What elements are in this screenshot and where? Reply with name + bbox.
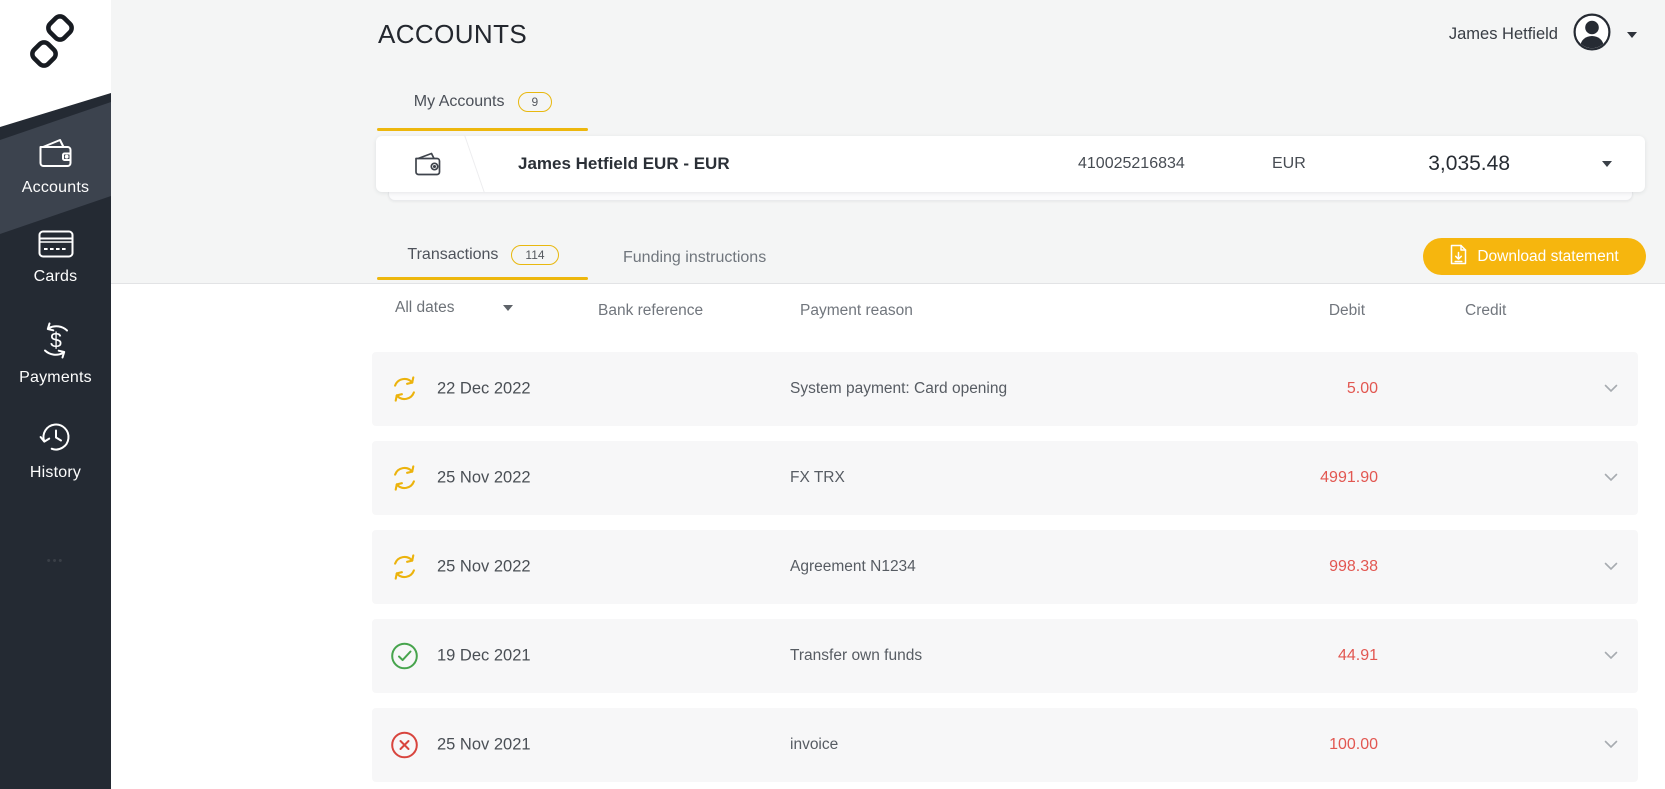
column-header-payment-reason: Payment reason — [800, 302, 913, 319]
user-name: James Hetfield — [1448, 25, 1558, 43]
app-window: Accounts Cards $ Payments History ••• AC… — [0, 0, 1665, 789]
transaction-debit-amount: 100.00 — [1329, 736, 1378, 753]
transaction-row[interactable]: 19 Dec 2021 Transfer own funds 44.91 — [372, 619, 1638, 693]
transaction-payment-reason: System payment: Card opening — [790, 380, 1008, 397]
avatar[interactable] — [1573, 13, 1611, 56]
column-header-bank-reference: Bank reference — [598, 302, 704, 319]
tab-my-accounts-label: My Accounts — [413, 93, 505, 110]
account-name: James Hetfield EUR - EUR — [518, 154, 730, 173]
transaction-date: 22 Dec 2022 — [437, 379, 531, 398]
transactions-count-badge: 114 — [511, 245, 559, 265]
sidebar-item-payments[interactable]: $ Payments — [0, 322, 111, 387]
transaction-debit-amount: 4991.90 — [1320, 469, 1378, 486]
transaction-row[interactable]: 22 Dec 2022 System payment: Card opening… — [372, 352, 1638, 426]
account-row[interactable]: James Hetfield EUR - EUR 410025216834 EU… — [376, 135, 1645, 193]
row-expand-chevron-icon[interactable] — [1604, 469, 1618, 487]
sidebar-item-label: History — [29, 464, 82, 481]
wallet-icon — [0, 137, 111, 174]
download-statement-button[interactable]: Download statement — [1423, 238, 1646, 275]
clock-history-icon — [0, 420, 111, 459]
active-tab-underline — [377, 128, 588, 131]
download-file-icon — [1450, 244, 1467, 270]
sidebar-item-label: Cards — [33, 268, 78, 285]
transaction-date: 25 Nov 2022 — [437, 557, 531, 576]
row-expand-chevron-icon[interactable] — [1604, 558, 1618, 576]
my-accounts-count-badge: 9 — [517, 92, 553, 112]
transaction-date: 25 Nov 2022 — [437, 468, 531, 487]
transaction-payment-reason: Agreement N1234 — [790, 558, 916, 575]
transaction-row[interactable]: 25 Nov 2022 FX TRX 4991.90 — [372, 441, 1638, 515]
date-filter-dropdown[interactable]: All dates — [395, 299, 513, 317]
column-header-debit: Debit — [1328, 302, 1365, 319]
date-filter-value: All dates — [395, 299, 455, 316]
user-menu[interactable]: James Hetfield — [1449, 13, 1637, 56]
account-number: 410025216834 — [1078, 155, 1185, 172]
pending-sync-icon — [390, 375, 419, 404]
tab-transactions[interactable]: Transactions 114 — [378, 245, 588, 265]
sidebar-item-accounts[interactable]: Accounts — [0, 137, 111, 197]
currency-exchange-icon: $ — [0, 322, 111, 364]
account-card-stack-edge — [388, 192, 1633, 201]
column-header-credit: Credit — [1465, 302, 1507, 319]
pending-sync-icon — [390, 553, 419, 582]
transaction-debit-amount: 998.38 — [1329, 558, 1378, 575]
pending-sync-icon — [390, 464, 419, 493]
tab-funding-instructions[interactable]: Funding instructions — [623, 249, 766, 267]
transaction-date: 19 Dec 2021 — [437, 646, 531, 665]
account-expand-chevron-icon[interactable] — [1602, 161, 1612, 167]
transaction-debit-amount: 5.00 — [1346, 380, 1378, 397]
tab-transactions-label: Transactions — [407, 246, 499, 263]
row-expand-chevron-icon[interactable] — [1604, 647, 1618, 665]
account-balance: 3,035.48 — [1428, 152, 1510, 175]
svg-text:$: $ — [50, 330, 62, 353]
transaction-debit-amount: 44.91 — [1337, 647, 1378, 664]
active-tab-underline — [377, 277, 588, 280]
transaction-payment-reason: invoice — [790, 736, 839, 753]
transaction-payment-reason: Transfer own funds — [790, 647, 923, 664]
transaction-payment-reason: FX TRX — [790, 469, 845, 486]
transaction-row[interactable]: 25 Nov 2021 invoice 100.00 — [372, 708, 1638, 782]
sidebar: Accounts Cards $ Payments History ••• — [0, 0, 111, 789]
tab-my-accounts[interactable]: My Accounts 9 — [378, 92, 588, 112]
success-check-icon — [390, 642, 419, 671]
card-diagonal-divider — [464, 135, 485, 193]
user-menu-chevron-icon — [1627, 31, 1637, 38]
sidebar-faint-mark: ••• — [46, 555, 65, 567]
failed-cross-icon — [390, 731, 419, 760]
date-filter-chevron-icon — [503, 305, 513, 311]
account-wallet-icon — [414, 151, 442, 182]
transaction-row[interactable]: 25 Nov 2022 Agreement N1234 998.38 — [372, 530, 1638, 604]
brand-logo-icon — [30, 14, 74, 68]
sidebar-item-label: Payments — [19, 369, 92, 386]
sidebar-item-history[interactable]: History — [0, 420, 111, 482]
page-title: ACCOUNTS — [378, 19, 528, 49]
sidebar-item-cards[interactable]: Cards — [0, 230, 111, 286]
transaction-date: 25 Nov 2021 — [437, 735, 531, 754]
download-statement-label: Download statement — [1477, 247, 1619, 265]
account-currency: EUR — [1272, 155, 1306, 172]
row-expand-chevron-icon[interactable] — [1604, 380, 1618, 398]
row-expand-chevron-icon[interactable] — [1604, 736, 1618, 754]
credit-card-icon — [0, 230, 111, 263]
sidebar-item-label: Accounts — [21, 179, 90, 196]
